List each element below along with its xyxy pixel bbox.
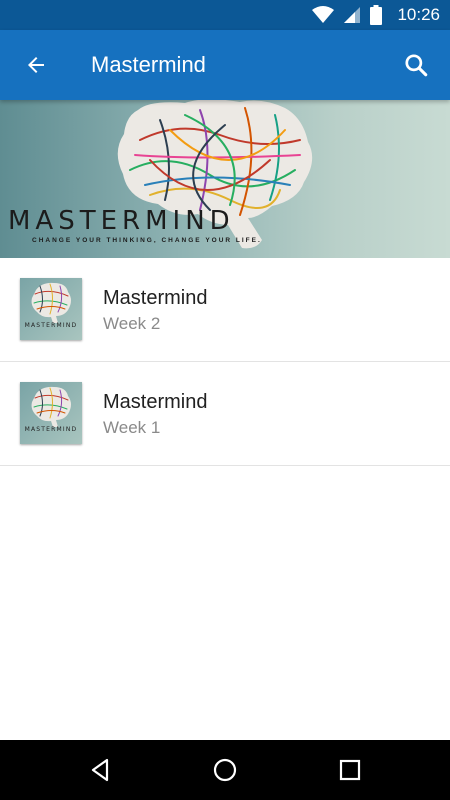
list-item-title: Mastermind <box>103 287 208 309</box>
back-button[interactable] <box>14 43 58 87</box>
status-time: 10:26 <box>397 5 440 24</box>
brain-thumbnail-icon <box>31 282 71 323</box>
page-title: Mastermind <box>91 52 206 77</box>
search-button[interactable] <box>394 43 438 87</box>
app-bar: Mastermind <box>0 30 450 100</box>
list-item-subtitle: Week 2 <box>103 314 161 333</box>
wifi-icon <box>312 6 334 23</box>
message-list: MASTERMIND Mastermind Week 2 MASTERMIND … <box>0 258 450 466</box>
thumbnail: MASTERMIND <box>20 382 82 444</box>
list-item-subtitle: Week 1 <box>103 418 161 437</box>
brain-thumbnail-icon <box>31 386 71 427</box>
thumbnail-title: MASTERMIND <box>24 322 78 329</box>
system-nav-bar <box>0 740 450 800</box>
nav-home-button[interactable] <box>203 748 247 792</box>
status-icons <box>312 5 382 25</box>
arrow-left-icon <box>28 57 44 73</box>
list-item[interactable]: MASTERMIND Mastermind Week 1 <box>0 362 450 466</box>
nav-recents-button[interactable] <box>328 748 372 792</box>
nav-back-button[interactable] <box>78 748 122 792</box>
home-circle-icon <box>213 758 237 782</box>
signal-icon <box>344 7 360 23</box>
list-item-title: Mastermind <box>103 391 208 413</box>
thumbnail-title: MASTERMIND <box>24 426 78 433</box>
thumbnail: MASTERMIND <box>20 278 82 340</box>
banner-title: MASTERMIND <box>8 206 235 236</box>
banner-subtitle: CHANGE YOUR THINKING, CHANGE YOUR LIFE. <box>32 237 262 244</box>
search-icon <box>405 54 428 77</box>
status-bar: 10:26 <box>0 0 450 30</box>
battery-icon <box>370 5 382 25</box>
recents-square-icon <box>339 759 361 781</box>
list-item[interactable]: MASTERMIND Mastermind Week 2 <box>0 258 450 362</box>
series-banner: MASTERMIND CHANGE YOUR THINKING, CHANGE … <box>0 100 450 258</box>
back-triangle-icon <box>91 758 109 782</box>
